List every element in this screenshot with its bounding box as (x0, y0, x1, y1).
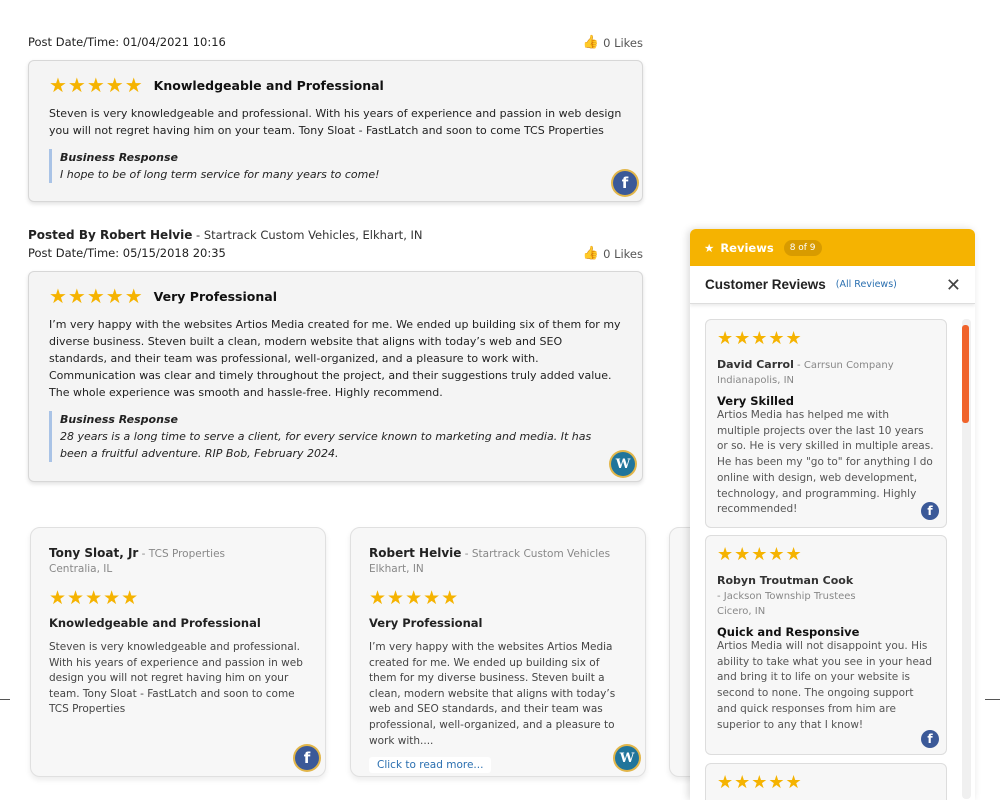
reviewer-company: - Jackson Township Trustees (717, 591, 856, 602)
star-rating: ★★★★★ (717, 544, 803, 565)
star-rating: ★★★★★ (717, 772, 803, 793)
reviewer-location: Elkhart, IN (369, 563, 424, 575)
facebook-icon[interactable]: f (613, 171, 637, 195)
widget-header: Customer Reviews (All Reviews) ✕ (690, 266, 975, 304)
star-rating: ★★★★★ (369, 587, 460, 609)
star-rating: ★★★★★ (49, 73, 144, 97)
reviewer-location: Centralia, IL (49, 563, 113, 575)
review-counter: 8 of 9 (783, 239, 822, 256)
review-carousel-card: Robert Helvie - Startrack Custom Vehicle… (350, 527, 646, 777)
business-response-text: 28 years is a long time to serve a clien… (60, 430, 592, 460)
star-icon: ★ (704, 240, 715, 255)
reviews-tab[interactable]: ★ Reviews 8 of 9 (690, 229, 975, 266)
review-text: I’m very happy with the websites Artios … (49, 318, 621, 399)
thumbs-up-icon: 👍 (582, 35, 600, 50)
likes-count: 0 Likes (603, 35, 643, 50)
reviewer-location: Cicero, IN (717, 606, 766, 617)
review-card: ★★★★★ Knowledgeable and Professional Ste… (28, 60, 643, 202)
wordpress-icon[interactable]: W (611, 452, 635, 476)
star-rating: ★★★★★ (717, 328, 803, 349)
read-more-link[interactable]: Click to read more... (369, 757, 492, 774)
reviewer-company: - TCS Properties (138, 548, 226, 560)
review-title: Quick and Responsive (717, 625, 860, 639)
like-button[interactable]: 👍 0 Likes (583, 35, 643, 50)
business-response-text: I hope to be of long term service for ma… (60, 168, 380, 181)
facebook-icon[interactable]: f (921, 730, 939, 748)
wordpress-icon[interactable]: W (615, 746, 639, 770)
thumbs-up-icon: 👍 (582, 246, 600, 261)
close-icon[interactable]: ✕ (946, 275, 961, 296)
business-response-label: Business Response (60, 413, 178, 426)
facebook-icon[interactable]: f (295, 746, 319, 770)
post-date: Post Date/Time: 01/04/2021 10:16 (28, 35, 226, 49)
review-title: Knowledgeable and Professional (49, 616, 261, 630)
widget-review-card: ★★★★★ David Carrol - Carrsun Company Ind… (705, 319, 947, 528)
posted-by: Posted By Robert Helvie - Startrack Cust… (28, 228, 423, 242)
star-rating: ★★★★★ (49, 284, 144, 308)
scrollbar[interactable] (962, 319, 971, 799)
facebook-icon[interactable]: f (921, 502, 939, 520)
like-button[interactable]: 👍 0 Likes (583, 246, 643, 261)
review-meta: Post Date/Time: 05/15/2018 20:35 👍 0 Lik… (28, 246, 643, 261)
review-text: Artios Media has helped me with multiple… (717, 409, 934, 516)
likes-count: 0 Likes (603, 246, 643, 261)
reviewer-company: - Startrack Custom Vehicles, Elkhart, IN (192, 228, 423, 242)
reviewer-company: - Startrack Custom Vehicles (461, 548, 611, 560)
review-text: Steven is very knowledgeable and profess… (49, 641, 303, 716)
reviewer-name: Posted By Robert Helvie (28, 228, 193, 242)
post-date: Post Date/Time: 05/15/2018 20:35 (28, 246, 226, 260)
business-response: Business Response I hope to be of long t… (49, 149, 622, 183)
business-response-label: Business Response (60, 151, 178, 164)
reviewer-name: Tony Sloat, Jr (49, 546, 139, 560)
star-rating: ★★★★★ (49, 587, 140, 609)
reviews-tab-label: Reviews (720, 240, 774, 255)
business-response: Business Response 28 years is a long tim… (49, 411, 622, 462)
review-title: Very Skilled (717, 394, 795, 408)
widget-review-card: ★★★★★ (705, 763, 947, 800)
review-meta: Post Date/Time: 01/04/2021 10:16 👍 0 Lik… (28, 35, 643, 50)
divider (985, 699, 1000, 700)
review-text: I’m very happy with the websites Artios … (369, 641, 616, 747)
review-title: Knowledgeable and Professional (153, 77, 384, 93)
reviewer-name: David Carrol (717, 358, 794, 371)
review-text: Artios Media will not disappoint you. Hi… (717, 640, 933, 731)
reviewer-location: Indianapolis, IN (717, 375, 795, 386)
reviews-page: Post Date/Time: 01/04/2021 10:16 👍 0 Lik… (0, 0, 1000, 800)
reviewer-name: Robert Helvie (369, 546, 462, 560)
review-title: Very Professional (369, 616, 483, 630)
reviewer-name: Robyn Troutman Cook (717, 574, 854, 587)
review-carousel-card: Tony Sloat, Jr - TCS Properties Centrali… (30, 527, 326, 777)
review-title: Very Professional (153, 288, 277, 304)
widget-review-card: ★★★★★ Robyn Troutman Cook - Jackson Town… (705, 535, 947, 755)
reviews-widget: ★ Reviews 8 of 9 Customer Reviews (All R… (690, 229, 975, 800)
review-text: Steven is very knowledgeable and profess… (49, 107, 622, 137)
review-card: ★★★★★ Very Professional I’m very happy w… (28, 271, 643, 482)
reviewer-company: - Carrsun Company (793, 360, 894, 371)
scrollbar-thumb[interactable] (962, 325, 969, 423)
divider (0, 699, 10, 700)
widget-title: Customer Reviews (705, 277, 826, 292)
all-reviews-link[interactable]: (All Reviews) (836, 279, 897, 290)
